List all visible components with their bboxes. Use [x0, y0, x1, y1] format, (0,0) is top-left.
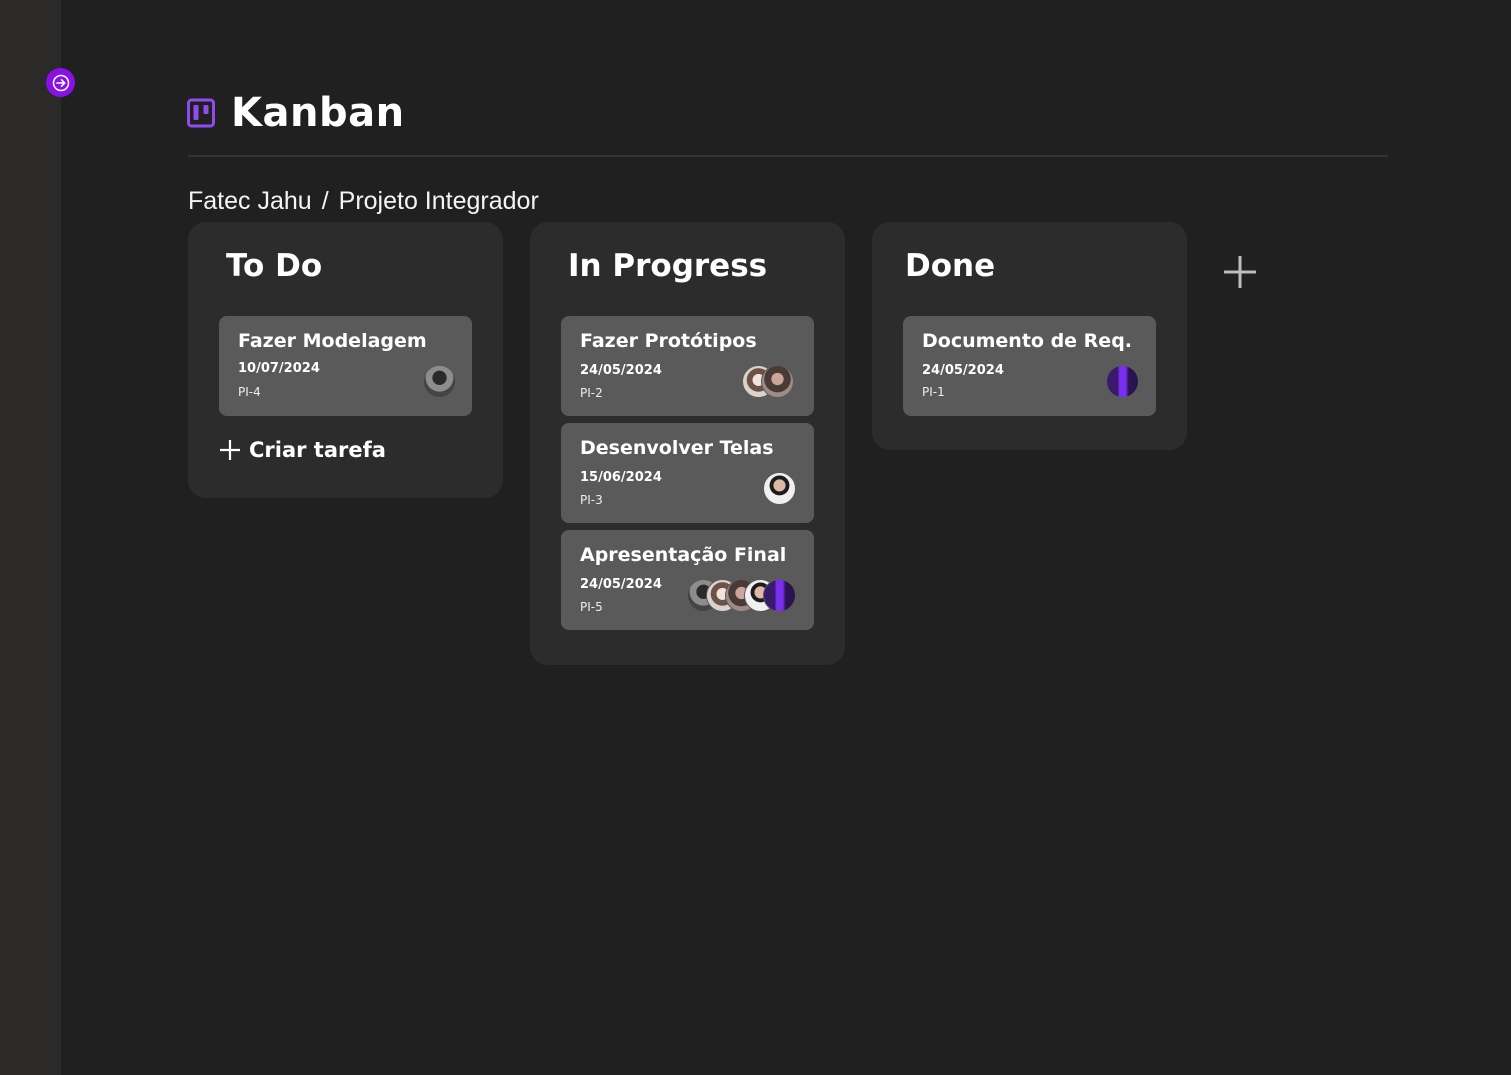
task-card[interactable]: Apresentação Final 24/05/2024 PI-5: [561, 530, 814, 630]
card-assignees: [742, 365, 794, 398]
sidebar: [0, 0, 61, 1075]
breadcrumb-separator: /: [321, 187, 329, 215]
card-assignees: [1106, 365, 1139, 398]
breadcrumb-org[interactable]: Fatec Jahu: [188, 187, 312, 215]
avatar: [761, 365, 794, 398]
card-code: PI-3: [580, 493, 603, 507]
card-code: PI-2: [580, 386, 603, 400]
create-task-label: Criar tarefa: [249, 438, 386, 462]
avatar: [423, 365, 456, 398]
task-card[interactable]: Documento de Req. 24/05/2024 PI-1: [903, 316, 1156, 416]
breadcrumb: Fatec Jahu / Projeto Integrador: [188, 187, 539, 216]
expand-sidebar-button[interactable]: [46, 68, 75, 97]
column-in-progress: In Progress Fazer Protótipos 24/05/2024 …: [530, 222, 845, 665]
column-title: In Progress: [568, 248, 768, 284]
header-divider: [188, 155, 1388, 157]
card-title: Fazer Protótipos: [580, 330, 757, 352]
card-assignees: [687, 579, 796, 612]
card-code: PI-1: [922, 385, 945, 399]
card-date: 24/05/2024: [922, 363, 1004, 378]
card-date: 24/05/2024: [580, 577, 662, 592]
card-title: Desenvolver Telas: [580, 437, 774, 459]
card-date: 15/06/2024: [580, 470, 662, 485]
page-title: Kanban: [231, 90, 405, 136]
kanban-board-icon: [187, 98, 215, 128]
avatar: [763, 472, 796, 505]
column-title: Done: [905, 248, 996, 284]
card-code: PI-4: [238, 385, 261, 399]
card-code: PI-5: [580, 600, 603, 614]
card-date: 24/05/2024: [580, 363, 662, 378]
create-task-button[interactable]: Criar tarefa: [219, 438, 386, 462]
card-title: Documento de Req.: [922, 330, 1133, 352]
task-card[interactable]: Desenvolver Telas 15/06/2024 PI-3: [561, 423, 814, 523]
page-header: Kanban: [187, 90, 405, 136]
card-title: Fazer Modelagem: [238, 330, 427, 352]
task-card[interactable]: Fazer Protótipos 24/05/2024 PI-2: [561, 316, 814, 416]
card-date: 10/07/2024: [238, 361, 320, 376]
avatar: [763, 579, 796, 612]
arrow-right-icon: [52, 74, 69, 91]
card-title: Apresentação Final: [580, 544, 787, 566]
plus-icon: [220, 440, 240, 460]
breadcrumb-project[interactable]: Projeto Integrador: [339, 187, 539, 215]
add-column-icon[interactable]: [1222, 254, 1258, 290]
task-card[interactable]: Fazer Modelagem 10/07/2024 PI-4: [219, 316, 472, 416]
column-title: To Do: [226, 248, 323, 284]
avatar: [1106, 365, 1139, 398]
card-assignees: [763, 472, 796, 505]
column-done: Done Documento de Req. 24/05/2024 PI-1: [872, 222, 1187, 450]
column-to-do: To Do Fazer Modelagem 10/07/2024 PI-4 Cr…: [188, 222, 503, 498]
card-assignees: [423, 365, 456, 398]
